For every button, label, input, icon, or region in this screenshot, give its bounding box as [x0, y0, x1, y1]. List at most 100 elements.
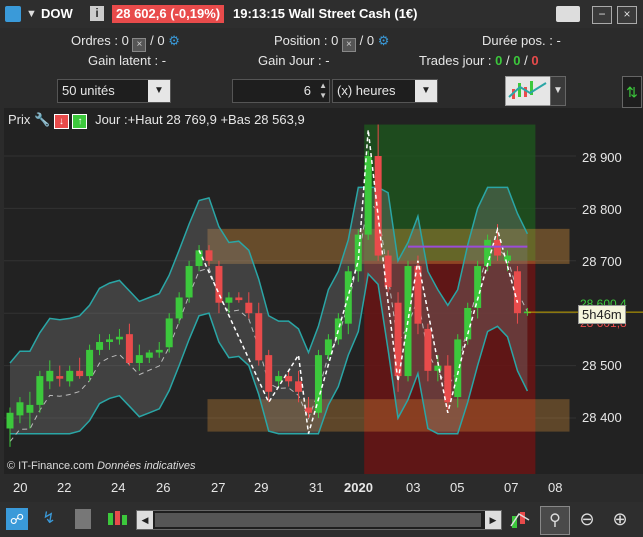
orders-count-2: 0	[157, 33, 165, 48]
orders-label: Ordres :	[71, 33, 118, 48]
candle-body	[125, 334, 133, 363]
units-value: 50 unités	[62, 83, 115, 98]
x-tick: 05	[450, 480, 465, 495]
close-button[interactable]: ×	[617, 6, 637, 24]
info-icon[interactable]: i	[90, 6, 104, 21]
gain-jour-group: Gain Jour : -	[258, 53, 330, 68]
price-label: Prix	[8, 112, 31, 127]
period-value: 6	[303, 83, 311, 98]
candle-body	[96, 342, 104, 350]
x-tick: 27	[211, 480, 226, 495]
zoom-out-icon[interactable]: ⊖	[575, 507, 599, 531]
position-separator: /	[359, 33, 364, 48]
cancel-orders-icon[interactable]: ×	[132, 38, 147, 52]
position-group: Position : 0 × / 0 ⚙	[274, 33, 389, 52]
gain-latent-group: Gain latent : -	[88, 53, 166, 68]
zoom-in-icon[interactable]: ⊕	[608, 507, 632, 531]
candle-body	[265, 355, 273, 392]
position-settings-icon[interactable]: ⚙	[378, 33, 390, 48]
candle-body	[155, 349, 163, 353]
symbol-label[interactable]: DOW	[41, 6, 73, 21]
period-unit-select[interactable]: (x) heures ▼	[332, 79, 438, 103]
candle-body	[185, 266, 193, 298]
candle-body	[26, 404, 34, 413]
period-stepper[interactable]: 6 ▲ ▼	[232, 79, 330, 103]
position-count: 0	[331, 33, 339, 48]
scroll-thumb[interactable]	[155, 513, 481, 527]
candle-body	[474, 266, 482, 308]
share-icon[interactable]: ☍	[6, 508, 28, 530]
price-badge: 28 602,6 (-0,19%)	[112, 5, 225, 23]
position-label: Position :	[274, 33, 328, 48]
time-axis[interactable]: 20 22 24 26 27 29 31 2020 03 05 07 08	[0, 474, 643, 500]
y-tick: 28 700	[582, 254, 622, 269]
candle-body	[235, 297, 243, 301]
candle-body	[275, 376, 283, 382]
candle-body	[145, 352, 153, 358]
candle-body	[424, 328, 432, 371]
gain-jour-label: Gain Jour :	[258, 53, 322, 68]
chart-header: Prix 🔧 ↓ ↑ Jour :+Haut 28 769,9 +Bas 28 …	[8, 112, 305, 129]
candle-body	[56, 376, 64, 379]
candle-body	[36, 376, 44, 405]
candle-body	[454, 339, 462, 398]
candle-body	[106, 339, 113, 343]
units-select[interactable]: 50 unités ▼	[57, 79, 171, 103]
candle-body	[324, 339, 332, 356]
candle-timer: 5h46m	[578, 305, 626, 324]
bottom-toolbar: ☍ ↯ ◀ ▶ ⚲ ⊖ ⊕	[0, 502, 643, 537]
x-tick: 26	[156, 480, 171, 495]
scroll-right-button[interactable]: ▶	[485, 511, 501, 529]
horizontal-scrollbar[interactable]: ◀ ▶	[136, 510, 502, 530]
x-tick: 22	[57, 480, 72, 495]
candle-body	[165, 318, 173, 348]
y-tick: 28 900	[582, 150, 622, 165]
watermark-brand: © IT-Finance.com	[7, 460, 94, 472]
x-tick: 20	[13, 480, 28, 495]
x-tick: 29	[254, 480, 269, 495]
x-tick: 03	[406, 480, 421, 495]
candle-body	[175, 297, 183, 319]
orders-group: Ordres : 0 × / 0 ⚙	[71, 33, 180, 52]
orders-settings-icon[interactable]: ⚙	[168, 33, 180, 48]
chart-style-dropdown[interactable]: ▼	[550, 76, 566, 106]
candle-body	[205, 250, 213, 261]
trades-sep-1: /	[505, 53, 510, 68]
trade-tools-icon[interactable]	[509, 508, 531, 530]
candle-body	[314, 355, 322, 413]
indicators-icon[interactable]	[75, 509, 91, 529]
gain-jour-value: -	[325, 53, 330, 68]
candle-body	[513, 271, 521, 314]
chart-style-button[interactable]	[505, 76, 551, 106]
scroll-left-button[interactable]: ◀	[137, 511, 153, 529]
stepper-arrows-icon[interactable]: ▲ ▼	[319, 81, 327, 101]
trades-label: Trades jour :	[419, 53, 492, 68]
zoom-fit-icon[interactable]: ⚲	[540, 506, 570, 535]
chevron-down-icon: ▼	[148, 80, 170, 102]
sell-arrow-icon[interactable]: ↓	[53, 114, 69, 129]
candle-body	[16, 402, 24, 416]
instrument-icon[interactable]	[5, 6, 21, 22]
buy-arrow-icon[interactable]: ↑	[72, 114, 88, 129]
wrench-icon[interactable]: 🔧	[34, 112, 50, 127]
dropdown-icon[interactable]: ▼	[26, 8, 37, 20]
drawing-tools-icon[interactable]: ↯	[38, 508, 60, 530]
price-chart[interactable]	[4, 108, 643, 474]
candle-body	[135, 355, 143, 363]
x-tick: 2020	[344, 480, 373, 495]
side-panel-toggle-icon[interactable]: ⇅	[622, 76, 642, 108]
minimize-button[interactable]: −	[592, 6, 612, 24]
candles-icon[interactable]	[106, 509, 128, 529]
y-tick: 28 500	[582, 358, 622, 373]
candles-icon-svg	[108, 511, 127, 525]
x-tick: 24	[111, 480, 126, 495]
keyboard-icon[interactable]	[556, 6, 580, 22]
position-count-2: 0	[366, 33, 375, 48]
trades-losing: 0	[531, 53, 539, 68]
order-info-panel: Ordres : 0 × / 0 ⚙ Position : 0 × / 0 ⚙ …	[0, 28, 643, 74]
duration-group: Durée pos. : -	[482, 33, 561, 48]
x-tick: 31	[309, 480, 324, 495]
candle-body	[295, 381, 303, 392]
trades-total: 0	[495, 53, 503, 68]
close-position-icon[interactable]: ×	[341, 38, 356, 52]
